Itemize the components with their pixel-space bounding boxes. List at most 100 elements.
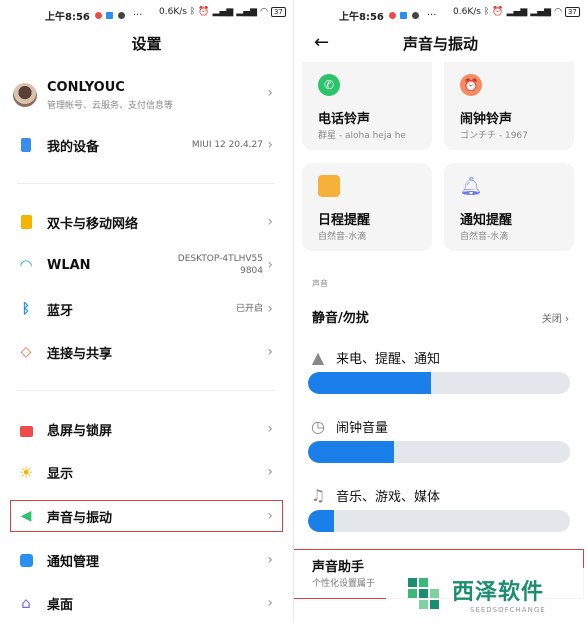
- settings-item-home[interactable]: ⌂ 桌面 ›: [0, 583, 293, 623]
- section-label: 声音: [312, 279, 328, 288]
- signal-icon: ▂▄▆: [530, 7, 552, 17]
- card-title: 通知提醒: [460, 213, 513, 228]
- settings-screen: 上午8:56 ··· 0.6K/s ᛒ ⏰ ▂▄▆ ▂▄▆ ◠ 37 设置 CO…: [0, 0, 293, 623]
- sound-vibration-screen: 上午8:56 ··· 0.6K/s ᛒ ⏰ ▂▄▆ ▂▄▆ ◠ 37 ← 声音与…: [294, 0, 587, 623]
- signal-icon: ▂▄▆: [212, 7, 234, 17]
- settings-item-label: 连接与共享: [47, 346, 113, 362]
- settings-item-sim[interactable]: 双卡与移动网络 ›: [0, 202, 293, 242]
- wifi-icon: ◠: [19, 256, 33, 274]
- mute-label: 静音/勿扰: [312, 311, 369, 326]
- alarm-outline-icon: ◷: [311, 416, 325, 436]
- settings-item-connection[interactable]: ◇ 连接与共享 ›: [0, 332, 293, 372]
- volume-fill: [308, 372, 432, 394]
- volume-label: 音乐、游戏、媒体: [336, 490, 441, 505]
- notification-dot-icon: [94, 11, 102, 19]
- mute-value: 关闭 ›: [542, 310, 569, 325]
- settings-item-label: WLAN: [47, 257, 91, 273]
- status-time: 上午8:56: [45, 11, 90, 23]
- settings-item-label: 桌面: [47, 597, 74, 613]
- chevron-right-icon: ›: [267, 421, 273, 437]
- status-bar: 上午8:56 ··· 0.6K/s ᛒ ⏰ ▂▄▆ ▂▄▆ ◠ 37: [339, 7, 580, 23]
- signal-icon: ▂▄▆: [236, 7, 258, 17]
- share-icon: ◇: [20, 344, 32, 360]
- battery-icon: 37: [270, 7, 286, 17]
- chevron-right-icon: ›: [267, 257, 273, 273]
- chevron-right-icon: ›: [267, 85, 273, 101]
- chevron-right-icon: ›: [267, 464, 273, 480]
- app-notification-icon: [117, 11, 125, 19]
- status-bar: 上午8:56 ··· 0.6K/s ᛒ ⏰ ▂▄▆ ▂▄▆ ◠ 37: [45, 7, 286, 23]
- home-icon: ⌂: [21, 594, 31, 612]
- settings-item-lock-screen[interactable]: 息屏与锁屏 ›: [0, 409, 293, 449]
- volume-label: 来电、提醒、通知: [336, 352, 441, 367]
- battery-icon: 37: [564, 7, 580, 17]
- settings-item-value: DESKTOP-4TLHV55 9804: [177, 254, 263, 276]
- more-notifications-icon: ···: [426, 9, 437, 21]
- card-title: 电话铃声: [318, 112, 371, 127]
- ringtone-card[interactable]: ✆ 电话铃声 群星 - aloha heja he: [302, 62, 432, 150]
- bluetooth-status-icon: ᛒ: [483, 7, 490, 17]
- more-notifications-icon: ···: [132, 9, 143, 21]
- watermark-text: 西泽软件: [452, 580, 545, 605]
- chevron-right-icon: ›: [267, 595, 273, 611]
- card-title: 日程提醒: [318, 213, 371, 228]
- wifi-status-icon: ◠: [260, 7, 268, 17]
- chevron-right-icon: ›: [565, 314, 569, 325]
- chevron-right-icon: ›: [267, 301, 273, 317]
- app-notification-icon: [399, 11, 407, 19]
- settings-item-label: 双卡与移动网络: [47, 216, 139, 232]
- card-subtitle: ゴンチチ - 1967: [460, 131, 528, 141]
- card-subtitle: 自然音-水滴: [318, 232, 367, 242]
- settings-item-label: 我的设备: [47, 139, 100, 155]
- volume-label: 闹钟音量: [336, 421, 389, 436]
- settings-item-label: 息屏与锁屏: [47, 423, 113, 439]
- settings-item-value: 已开启: [235, 304, 263, 314]
- bell-icon: 🔔︎: [459, 175, 483, 197]
- account-subtitle: 管理帐号、云服务、支付信息等: [47, 101, 174, 111]
- calendar-reminder-card[interactable]: 日程提醒 自然音-水滴: [302, 163, 432, 251]
- notification-icon: [17, 551, 35, 569]
- avatar: [13, 83, 37, 107]
- bell-outline-icon: ▲: [311, 347, 325, 367]
- volume-slider[interactable]: [308, 510, 570, 532]
- card-title: 闹钟铃声: [460, 112, 513, 127]
- notification-tone-card[interactable]: 🔔︎ 通知提醒 自然音-水滴: [444, 163, 574, 251]
- settings-item-bluetooth[interactable]: ᛒ 蓝牙 已开启 ›: [0, 289, 293, 329]
- alarm-tone-card[interactable]: ⏰ 闹钟铃声 ゴンチチ - 1967: [444, 62, 574, 150]
- network-speed: 0.6K/s: [159, 7, 187, 17]
- settings-item-wlan[interactable]: ◠ WLAN DESKTOP-4TLHV55 9804 ›: [0, 245, 293, 285]
- calendar-icon: [318, 175, 340, 197]
- alarm-status-icon: ⏰: [492, 7, 504, 17]
- music-note-icon: ♫: [310, 485, 326, 505]
- signal-icon: ▂▄▆: [506, 7, 528, 17]
- settings-item-display[interactable]: ☀ 显示 ›: [0, 452, 293, 492]
- settings-item-label: 蓝牙: [47, 303, 74, 319]
- sun-icon: ☀: [18, 462, 34, 482]
- watermark-subtext: SEEDSOFCHANGE: [470, 606, 546, 614]
- page-title: 设置: [131, 35, 162, 53]
- volume-slider[interactable]: [308, 372, 570, 394]
- section-divider: [17, 390, 275, 391]
- page-title: 声音与振动: [402, 35, 478, 53]
- app-notification-icon: [411, 11, 419, 19]
- network-speed: 0.6K/s: [453, 7, 481, 17]
- alarm-clock-icon: ⏰: [460, 74, 482, 96]
- settings-item-value: MIUI 12 20.4.27: [191, 140, 263, 150]
- settings-item-notifications[interactable]: 通知管理 ›: [0, 540, 293, 580]
- volume-fill: [308, 441, 395, 463]
- mute-value-text: 关闭: [541, 314, 562, 325]
- volume-slider[interactable]: [308, 441, 570, 463]
- notification-dot-icon: [388, 11, 396, 19]
- phone-ring-icon: ✆: [318, 74, 340, 96]
- chevron-right-icon: ›: [267, 137, 273, 153]
- account-name: CONLYOUC: [47, 80, 125, 95]
- status-time: 上午8:56: [339, 11, 384, 23]
- bluetooth-status-icon: ᛒ: [189, 7, 196, 17]
- chevron-right-icon: ›: [267, 552, 273, 568]
- app-notification-icon: [105, 11, 113, 19]
- sim-card-icon: [17, 213, 35, 231]
- settings-item-label: 显示: [47, 466, 74, 482]
- settings-item-my-device[interactable]: 我的设备 MIUI 12 20.4.27 ›: [0, 125, 293, 165]
- phone-icon: [17, 136, 35, 154]
- card-subtitle: 群星 - aloha heja he: [318, 131, 406, 141]
